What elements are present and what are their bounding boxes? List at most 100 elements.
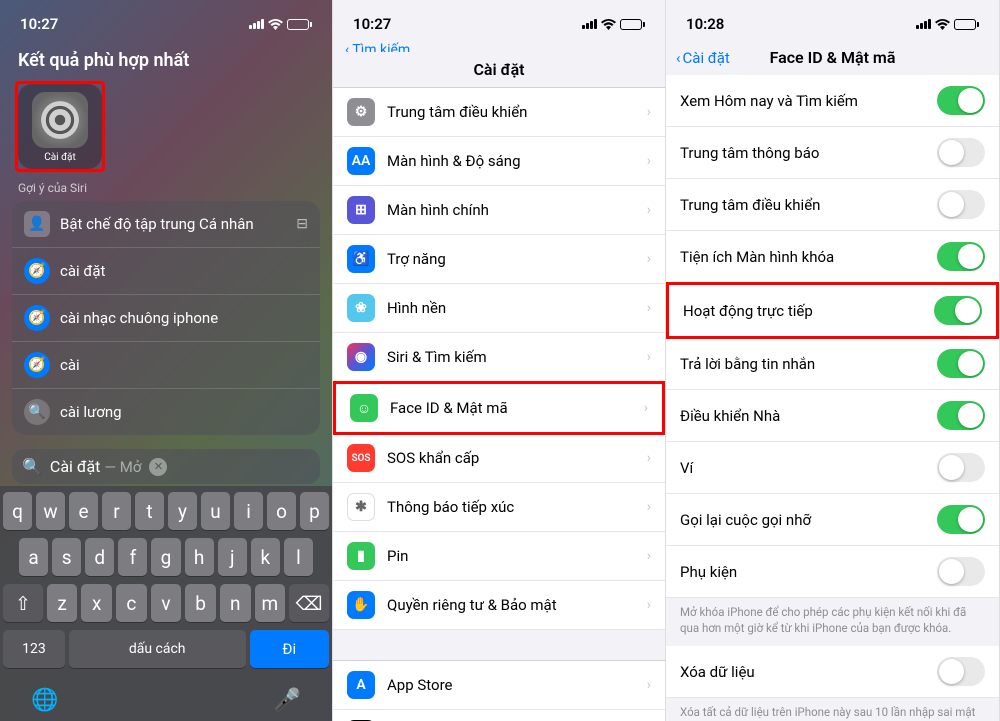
key-⌫[interactable]: ⌫ bbox=[289, 584, 329, 622]
settings-row[interactable]: ♿Trợ năng› bbox=[333, 235, 665, 284]
key-i[interactable]: i bbox=[234, 492, 263, 530]
toggle-switch[interactable] bbox=[937, 453, 985, 482]
suggestion-label: cài nhạc chuông iphone bbox=[60, 309, 218, 327]
key-z[interactable]: z bbox=[47, 584, 78, 622]
erase-data-toggle[interactable] bbox=[937, 657, 985, 686]
key-b[interactable]: b bbox=[185, 584, 216, 622]
toggle-row[interactable]: Điều khiển Nhà bbox=[666, 390, 999, 442]
toggle-switch[interactable] bbox=[937, 505, 985, 534]
key-s[interactable]: s bbox=[52, 538, 81, 576]
settings-row[interactable]: AApp Store› bbox=[333, 661, 665, 710]
settings-row[interactable]: ◉Siri & Tìm kiếm› bbox=[333, 333, 665, 382]
numbers-key[interactable]: 123 bbox=[3, 630, 65, 668]
key-v[interactable]: v bbox=[151, 584, 182, 622]
toggle-switch[interactable] bbox=[937, 190, 985, 219]
toggle-row[interactable]: Tiện ích Màn hình khóa bbox=[666, 231, 999, 283]
globe-icon[interactable]: 🌐 bbox=[31, 688, 58, 713]
settings-row[interactable]: ❀Hình nền› bbox=[333, 284, 665, 333]
row-label: Hình nền bbox=[387, 299, 446, 317]
key-c[interactable]: c bbox=[116, 584, 147, 622]
key-h[interactable]: h bbox=[185, 538, 214, 576]
key-u[interactable]: u bbox=[201, 492, 230, 530]
siri-suggestion[interactable]: 🧭cài nhạc chuông iphone bbox=[12, 295, 320, 342]
key-⇧[interactable]: ⇧ bbox=[3, 584, 43, 622]
settings-row[interactable]: ▮Pin› bbox=[333, 532, 665, 581]
toggle-switch[interactable] bbox=[937, 557, 985, 586]
toggle-row[interactable]: Trung tâm thông báo bbox=[666, 127, 999, 179]
top-hit-app[interactable]: Cài đặt bbox=[18, 84, 102, 169]
key-e[interactable]: e bbox=[69, 492, 98, 530]
toggle-row[interactable]: Ví bbox=[666, 442, 999, 494]
siri-suggestion[interactable]: 🔍cài lương bbox=[12, 389, 320, 435]
toggle-row[interactable]: Xem Hôm nay và Tìm kiếm bbox=[666, 75, 999, 127]
row-label: Face ID & Mật mã bbox=[390, 399, 508, 417]
settings-row[interactable]: AAMàn hình & Độ sáng› bbox=[333, 137, 665, 186]
search-field[interactable]: 🔍 Cài đặt — Mở ✕ bbox=[12, 449, 320, 484]
status-icons bbox=[916, 19, 979, 30]
lockscreen-access-group: Xem Hôm nay và Tìm kiếmTrung tâm thông b… bbox=[666, 75, 999, 598]
status-time: 10:27 bbox=[353, 15, 391, 33]
back-button[interactable]: ‹ Cài đặt bbox=[676, 49, 730, 67]
siri-hint-label: Gợi ý của Siri bbox=[0, 181, 332, 201]
suggestion-label: cài bbox=[60, 356, 80, 374]
clear-icon[interactable]: ✕ bbox=[149, 458, 167, 476]
key-d[interactable]: d bbox=[85, 538, 114, 576]
key-p[interactable]: p bbox=[300, 492, 329, 530]
chevron-right-icon: › bbox=[647, 548, 651, 564]
siri-suggestion[interactable]: 🧭cài đặt bbox=[12, 248, 320, 295]
key-x[interactable]: x bbox=[81, 584, 112, 622]
siri-suggestion[interactable]: 🧭cài bbox=[12, 342, 320, 389]
toggle-switch[interactable] bbox=[937, 349, 985, 378]
settings-row[interactable]: ☺Face ID & Mật mã› bbox=[333, 381, 665, 435]
toggle-row[interactable]: Trung tâm điều khiển bbox=[666, 179, 999, 231]
key-o[interactable]: o bbox=[267, 492, 296, 530]
toggle-switch[interactable] bbox=[937, 242, 985, 271]
settings-row[interactable]: ✱Thông báo tiếp xúc› bbox=[333, 483, 665, 532]
space-key[interactable]: dấu cách bbox=[69, 630, 246, 668]
key-g[interactable]: g bbox=[151, 538, 180, 576]
status-time: 10:27 bbox=[20, 15, 58, 33]
row-label: Màn hình & Độ sáng bbox=[387, 152, 521, 170]
toggle-switch[interactable] bbox=[937, 401, 985, 430]
chevron-right-icon: › bbox=[647, 450, 651, 466]
row-icon: ⚙ bbox=[347, 98, 375, 126]
siri-suggestions-list: 👤Bật chế độ tập trung Cá nhân⊟🧭cài đặt🧭c… bbox=[12, 201, 320, 435]
settings-row[interactable]: SOSSOS khẩn cấp› bbox=[333, 434, 665, 483]
settings-row[interactable]: ⚙Trung tâm điều khiển› bbox=[333, 88, 665, 137]
row-label: App Store bbox=[387, 676, 452, 694]
toggle-switch[interactable] bbox=[934, 296, 982, 325]
settings-group-2: AApp Store›▭Ví› bbox=[333, 660, 665, 721]
key-n[interactable]: n bbox=[220, 584, 251, 622]
settings-row[interactable]: ▭Ví› bbox=[333, 710, 665, 721]
row-icon: ▮ bbox=[347, 542, 375, 570]
row-icon: ❀ bbox=[347, 294, 375, 322]
chevron-right-icon: › bbox=[647, 499, 651, 515]
key-r[interactable]: r bbox=[102, 492, 131, 530]
key-t[interactable]: t bbox=[135, 492, 164, 530]
search-icon: 🔍 bbox=[24, 399, 50, 425]
erase-data-row[interactable]: Xóa dữ liệu bbox=[666, 646, 999, 698]
settings-row[interactable]: ⊞Màn hình chính› bbox=[333, 186, 665, 235]
toggle-switch[interactable] bbox=[937, 86, 985, 115]
toggle-label: Trả lời bằng tin nhắn bbox=[680, 355, 815, 373]
toggle-row[interactable]: Phụ kiện bbox=[666, 546, 999, 598]
toggle-row[interactable]: Trả lời bằng tin nhắn bbox=[666, 338, 999, 390]
key-k[interactable]: k bbox=[251, 538, 280, 576]
status-icons bbox=[582, 19, 645, 30]
key-j[interactable]: j bbox=[218, 538, 247, 576]
key-a[interactable]: a bbox=[19, 538, 48, 576]
toggle-row[interactable]: Gọi lại cuộc gọi nhỡ bbox=[666, 494, 999, 546]
key-y[interactable]: y bbox=[168, 492, 197, 530]
chevron-right-icon: › bbox=[647, 104, 651, 120]
key-l[interactable]: l bbox=[284, 538, 313, 576]
key-q[interactable]: q bbox=[3, 492, 32, 530]
key-w[interactable]: w bbox=[36, 492, 65, 530]
toggle-row[interactable]: Hoạt động trực tiếp bbox=[666, 282, 999, 339]
mic-icon[interactable]: 🎤 bbox=[274, 688, 301, 713]
key-m[interactable]: m bbox=[255, 584, 286, 622]
settings-row[interactable]: ✋Quyền riêng tư & Bảo mật› bbox=[333, 581, 665, 630]
siri-suggestion[interactable]: 👤Bật chế độ tập trung Cá nhân⊟ bbox=[12, 201, 320, 248]
key-f[interactable]: f bbox=[118, 538, 147, 576]
toggle-switch[interactable] bbox=[937, 138, 985, 167]
go-key[interactable]: Đi bbox=[250, 630, 330, 668]
